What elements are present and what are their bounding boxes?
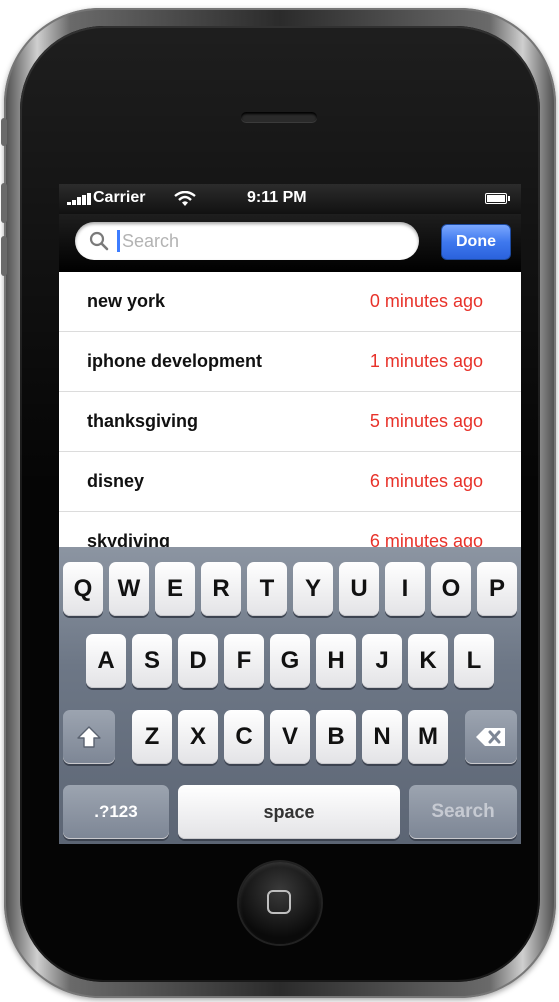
- key-h[interactable]: H: [316, 634, 356, 688]
- key-a[interactable]: A: [86, 634, 126, 688]
- key-x[interactable]: X: [178, 710, 218, 764]
- space-key[interactable]: space: [178, 785, 400, 839]
- signal-strength-icon: [67, 193, 91, 205]
- earpiece-speaker: [241, 112, 317, 122]
- list-item[interactable]: thanksgiving 5 minutes ago: [59, 392, 521, 452]
- carrier-label: Carrier: [93, 189, 146, 206]
- key-u[interactable]: U: [339, 562, 379, 616]
- search-time: 5 minutes ago: [369, 411, 483, 431]
- key-w[interactable]: W: [109, 562, 149, 616]
- status-bar: Carrier 9:11 PM: [59, 184, 521, 214]
- search-term: iphone development: [87, 351, 263, 371]
- list-item[interactable]: disney 6 minutes ago: [59, 452, 521, 512]
- search-term: skydiving: [87, 531, 171, 547]
- key-y[interactable]: Y: [293, 562, 333, 616]
- search-input[interactable]: [122, 226, 402, 256]
- key-f[interactable]: F: [224, 634, 264, 688]
- list-item[interactable]: iphone development 1 minutes ago: [59, 332, 521, 392]
- search-bar: Done: [59, 214, 521, 272]
- shift-arrow-icon: [77, 726, 101, 748]
- search-time: 6 minutes ago: [369, 471, 483, 491]
- key-b[interactable]: B: [316, 710, 356, 764]
- key-d[interactable]: D: [178, 634, 218, 688]
- key-o[interactable]: O: [431, 562, 471, 616]
- key-i[interactable]: I: [385, 562, 425, 616]
- done-button[interactable]: Done: [441, 224, 511, 260]
- key-m[interactable]: M: [408, 710, 448, 764]
- key-q[interactable]: Q: [63, 562, 103, 616]
- home-button[interactable]: [239, 862, 321, 944]
- list-item[interactable]: new york 0 minutes ago: [59, 272, 521, 332]
- delete-key[interactable]: [465, 710, 517, 764]
- search-term: new york: [87, 291, 166, 311]
- backspace-icon: [476, 728, 505, 746]
- text-cursor: [117, 230, 120, 252]
- key-j[interactable]: J: [362, 634, 402, 688]
- key-z[interactable]: Z: [132, 710, 172, 764]
- volume-down-button: [1, 236, 7, 276]
- magnifier-icon: [89, 231, 109, 251]
- status-time: 9:11 PM: [247, 189, 307, 206]
- home-square-icon: [267, 890, 291, 914]
- battery-icon: [485, 193, 510, 204]
- keyboard: Q W E R T Y U I O P A S D F G H J K L Z …: [59, 547, 521, 844]
- key-s[interactable]: S: [132, 634, 172, 688]
- search-term: thanksgiving: [87, 411, 199, 431]
- key-e[interactable]: E: [155, 562, 195, 616]
- wifi-icon: [174, 191, 196, 206]
- numbers-key[interactable]: .?123: [63, 785, 169, 839]
- search-field[interactable]: [75, 222, 419, 260]
- list-item[interactable]: skydiving 6 minutes ago: [59, 512, 521, 547]
- search-time: 6 minutes ago: [369, 531, 483, 547]
- mute-switch: [1, 118, 7, 146]
- key-v[interactable]: V: [270, 710, 310, 764]
- shift-key[interactable]: [63, 710, 115, 764]
- key-n[interactable]: N: [362, 710, 402, 764]
- key-t[interactable]: T: [247, 562, 287, 616]
- search-term: disney: [87, 471, 145, 491]
- search-time: 1 minutes ago: [369, 351, 483, 371]
- phone-screen: Carrier 9:11 PM Done new york 0 minutes …: [59, 184, 521, 844]
- key-l[interactable]: L: [454, 634, 494, 688]
- key-p[interactable]: P: [477, 562, 517, 616]
- search-key[interactable]: Search: [409, 785, 517, 839]
- key-g[interactable]: G: [270, 634, 310, 688]
- volume-up-button: [1, 183, 7, 223]
- key-k[interactable]: K: [408, 634, 448, 688]
- search-time: 0 minutes ago: [369, 291, 483, 311]
- key-r[interactable]: R: [201, 562, 241, 616]
- recent-searches-list: new york 0 minutes ago iphone developmen…: [59, 272, 521, 547]
- key-c[interactable]: C: [224, 710, 264, 764]
